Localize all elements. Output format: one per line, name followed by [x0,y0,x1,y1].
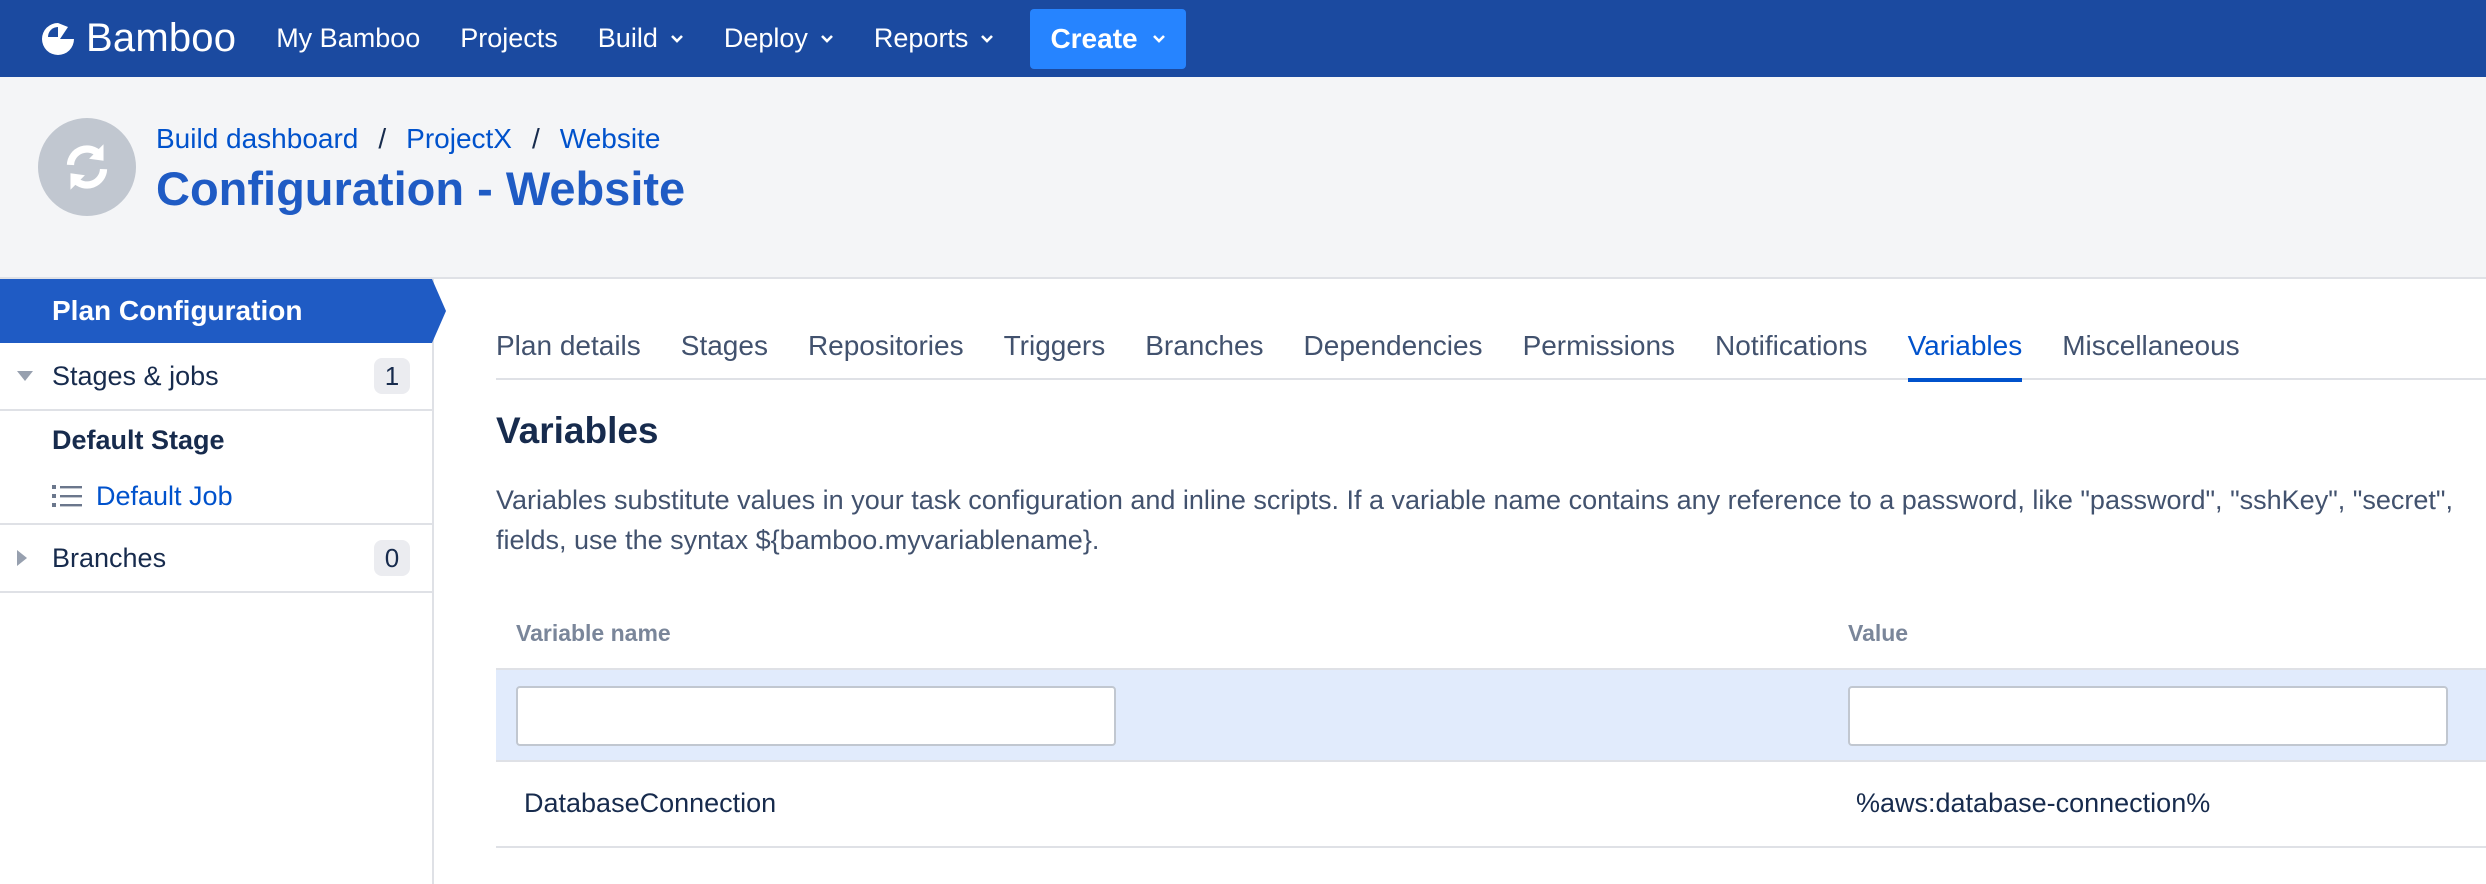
count-badge: 0 [374,540,410,576]
sidebar-item-label: Branches [52,542,167,573]
tab-stages[interactable]: Stages [681,330,768,380]
nav-label: Projects [460,23,558,53]
variable-value-input[interactable] [1848,686,2448,746]
breadcrumb-separator: / [378,123,387,154]
tab-triggers[interactable]: Triggers [1004,330,1106,380]
refresh-icon [66,144,108,190]
nav-label: Deploy [723,23,808,53]
chevron-down-icon [670,34,683,43]
variables-table: Variable name Value DatabaseConnection %… [496,610,2486,848]
bamboo-logo[interactable]: Bamboo [38,16,236,61]
page-title: Configuration - Website [156,162,686,215]
sidebar-item-plan-configuration[interactable]: Plan Configuration [0,279,446,343]
section-title: Variables [496,410,659,451]
variable-value-cell[interactable]: %aws:database-connection% [1856,788,2210,819]
breadcrumb-build-dashboard[interactable]: Build dashboard [156,123,358,155]
sidebar-item-stages-jobs[interactable]: Stages & jobs 1 [0,343,432,411]
column-header-value: Value [1848,620,1909,646]
new-variable-row [496,670,2486,762]
config-tabs: Plan details Stages Repositories Trigger… [496,330,2486,382]
nav-projects[interactable]: Projects [460,23,558,54]
nav-build[interactable]: Build [598,23,684,54]
breadcrumb: Build dashboard / ProjectX / Website [156,123,660,155]
caret-right-icon[interactable] [16,549,28,567]
tab-repositories[interactable]: Repositories [808,330,964,380]
breadcrumb-separator: / [531,123,540,154]
breadcrumb-project[interactable]: ProjectX [406,123,512,155]
table-header-row: Variable name Value [496,610,2486,670]
tab-branches[interactable]: Branches [1145,330,1263,380]
list-icon [52,485,82,507]
top-navigation: Bamboo My Bamboo Projects Build Deploy R… [0,0,2486,77]
plan-avatar [38,118,136,216]
table-row: DatabaseConnection %aws:database-connect… [496,762,2486,848]
sidebar-item-label: Plan Configuration [52,295,303,326]
breadcrumb-plan[interactable]: Website [560,123,661,155]
sidebar-item-branches[interactable]: Branches 0 [0,525,432,593]
variables-description: Variables substitute values in your task… [496,485,2453,555]
nav-label: My Bamboo [276,23,421,53]
tab-permissions[interactable]: Permissions [1523,330,1675,380]
variable-name-cell[interactable]: DatabaseConnection [524,788,776,819]
sidebar: Plan Configuration Stages & jobs 1 Defau… [0,279,446,884]
variable-name-input[interactable] [516,686,1116,746]
caret-down-icon[interactable] [16,370,34,382]
sidebar-default-stage[interactable]: Default Stage [0,411,432,469]
chevron-down-icon [820,34,833,43]
create-button[interactable]: Create [1030,8,1186,69]
page-header: Build dashboard / ProjectX / Website Con… [0,77,2486,279]
column-header-variable-name: Variable name [516,620,671,646]
bamboo-logo-icon [42,22,74,55]
app-name: Bamboo [86,16,237,60]
tab-dependencies[interactable]: Dependencies [1304,330,1483,380]
chevron-down-icon [981,34,994,43]
tab-notifications[interactable]: Notifications [1715,330,1868,380]
create-label: Create [1050,22,1138,54]
nav-label: Reports [873,23,969,53]
tab-variables[interactable]: Variables [1907,330,2022,382]
nav-deploy[interactable]: Deploy [724,23,834,54]
tab-plan-details[interactable]: Plan details [496,330,641,380]
nav-label: Build [597,23,658,53]
nav-reports[interactable]: Reports [874,23,995,54]
sidebar-item-label: Default Job [96,480,233,511]
count-badge: 1 [374,358,410,394]
sidebar-item-label: Stages & jobs [52,360,219,391]
sidebar-default-job[interactable]: Default Job [0,469,432,525]
chevron-down-icon [1152,34,1165,43]
nav-my-bamboo[interactable]: My Bamboo [276,23,420,54]
tab-miscellaneous[interactable]: Miscellaneous [2062,330,2239,380]
